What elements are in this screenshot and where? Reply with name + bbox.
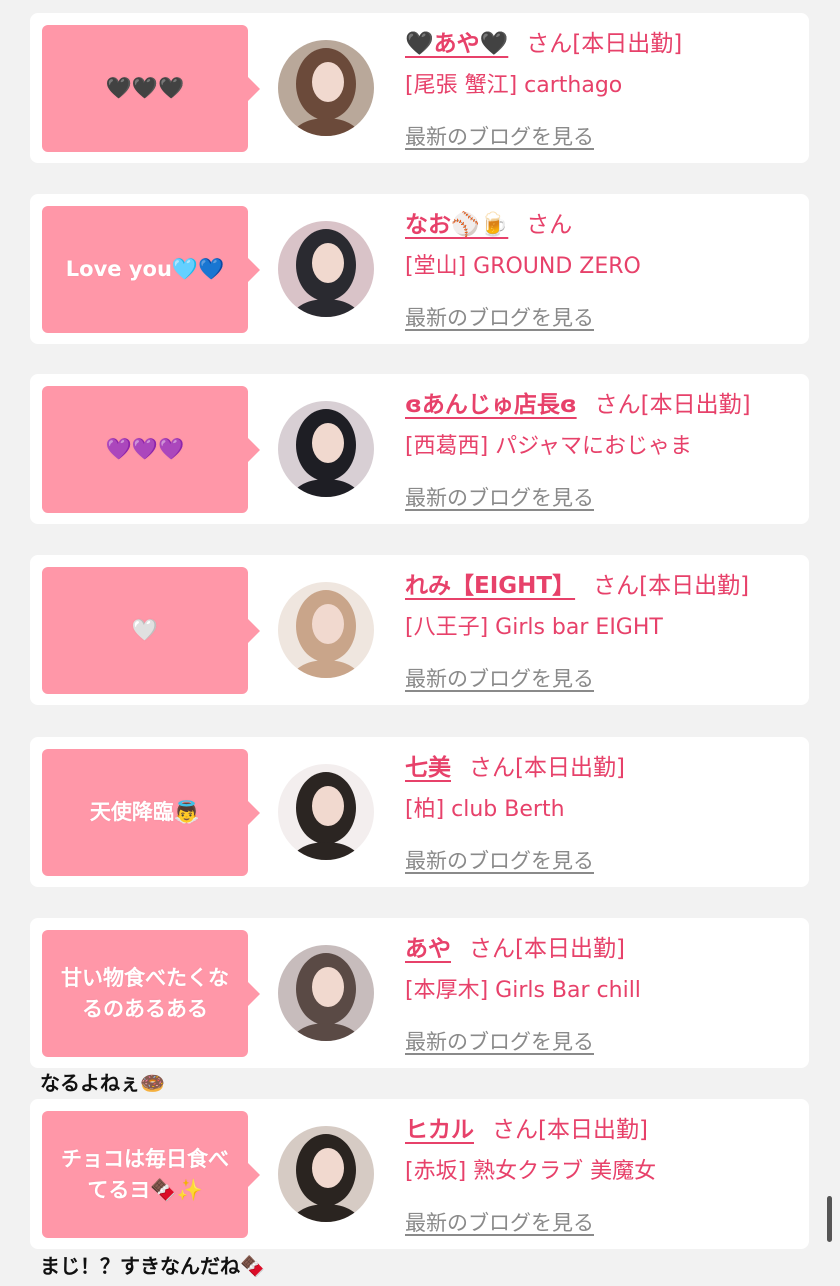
message-bubble: 🖤🖤🖤 [42, 25, 260, 152]
blog-card: Love you🩵💙 なお⚾🍺 さん [堂山] GROUND ZERO 最新のブログを見… [30, 194, 809, 344]
bubble-text: 甘い物食べたくなるのあるある [61, 966, 229, 1021]
blog-card: 🤍 れみ【EIGHT】 さん[本日出勤] [八王子] Girls bar EIGHT 最… [30, 555, 809, 705]
name-line: ɞあんじゅ店長ɞ さん[本日出勤] [405, 388, 799, 422]
avatar[interactable] [278, 401, 374, 497]
post-info: あや さん[本日出勤] [本厚木] Girls Bar chill 最新のブログを見る [405, 932, 799, 1056]
blog-card: 天使降臨👼 七美 さん[本日出勤] [柏] club Berth 最新のブログを見る [30, 737, 809, 887]
shop-name[interactable]: [尾張 蟹江] carthago [405, 67, 799, 99]
message-bubble: 甘い物食べたくなるのあるある [42, 930, 260, 1057]
reply-text: なるよねぇ🍩 [40, 1071, 165, 1095]
post-info: 七美 さん[本日出勤] [柏] club Berth 最新のブログを見る [405, 751, 799, 875]
honorific: さん[本日出勤] [593, 573, 750, 599]
avatar[interactable] [278, 764, 374, 860]
cast-name-link[interactable]: ɞあんじゅ店長ɞ [405, 392, 577, 418]
cast-name-link[interactable]: れみ【EIGHT】 [405, 573, 575, 599]
post-info: なお⚾🍺 さん [堂山] GROUND ZERO 最新のブログを見る [405, 208, 799, 332]
latest-blog-link[interactable]: 最新のブログを見る [405, 845, 594, 875]
post-info: れみ【EIGHT】 さん[本日出勤] [八王子] Girls bar EIGHT 最新… [405, 569, 799, 693]
latest-blog-link[interactable]: 最新のブログを見る [405, 663, 594, 693]
bubble-text: 🤍 [131, 618, 159, 643]
honorific: さん[本日出勤] [469, 936, 625, 962]
cast-name-link[interactable]: 🖤あや🖤 [405, 31, 508, 57]
honorific: さん[本日出勤] [594, 392, 751, 418]
latest-blog-link[interactable]: 最新のブログを見る [405, 302, 594, 332]
name-line: なお⚾🍺 さん [405, 208, 799, 242]
avatar[interactable] [278, 1126, 374, 1222]
cast-name-link[interactable]: ヒカル [405, 1117, 474, 1143]
avatar[interactable] [278, 582, 374, 678]
latest-blog-link[interactable]: 最新のブログを見る [405, 482, 594, 512]
shop-name[interactable]: [赤坂] 熟女クラブ 美魔女 [405, 1153, 799, 1185]
blog-card: 🖤🖤🖤 🖤あや🖤 さん[本日出勤] [尾張 蟹江] carthago 最新のブログを見る [30, 13, 809, 163]
post-info: ヒカル さん[本日出勤] [赤坂] 熟女クラブ 美魔女 最新のブログを見る [405, 1113, 799, 1237]
blog-card: 💜💜💜 ɞあんじゅ店長ɞ さん[本日出勤] [西葛西] パジャマにおじゃま 最新のブログ… [30, 374, 809, 524]
name-line: 🖤あや🖤 さん[本日出勤] [405, 27, 799, 61]
cast-name-link[interactable]: あや [405, 936, 451, 962]
avatar[interactable] [278, 40, 374, 136]
honorific: さん[本日出勤] [492, 1117, 648, 1143]
bubble-text: Love you🩵💙 [65, 257, 225, 282]
message-bubble: 天使降臨👼 [42, 749, 260, 876]
cast-name-link[interactable]: なお⚾🍺 [405, 212, 508, 238]
blog-card: 甘い物食べたくなるのあるある あや さん[本日出勤] [本厚木] Girls Bar … [30, 918, 809, 1068]
shop-name[interactable]: [本厚木] Girls Bar chill [405, 972, 799, 1004]
message-bubble: Love you🩵💙 [42, 206, 260, 333]
scrollbar[interactable] [827, 1196, 832, 1242]
shop-name[interactable]: [西葛西] パジャマにおじゃま [405, 428, 799, 460]
name-line: れみ【EIGHT】 さん[本日出勤] [405, 569, 799, 603]
latest-blog-link[interactable]: 最新のブログを見る [405, 1026, 594, 1056]
blog-card: チョコは毎日食べてるヨ🍫✨ ヒカル さん[本日出勤] [赤坂] 熟女クラブ 美魔女 最新… [30, 1099, 809, 1249]
shop-name[interactable]: [柏] club Berth [405, 791, 799, 823]
message-bubble: 💜💜💜 [42, 386, 260, 513]
shop-name[interactable]: [八王子] Girls bar EIGHT [405, 609, 799, 641]
honorific: さん[本日出勤] [526, 31, 683, 57]
name-line: あや さん[本日出勤] [405, 932, 799, 966]
bubble-text: 💜💜💜 [105, 437, 185, 462]
message-bubble: 🤍 [42, 567, 260, 694]
post-info: 🖤あや🖤 さん[本日出勤] [尾張 蟹江] carthago 最新のブログを見る [405, 27, 799, 151]
avatar[interactable] [278, 945, 374, 1041]
bubble-text: 🖤🖤🖤 [105, 76, 185, 101]
message-bubble: チョコは毎日食べてるヨ🍫✨ [42, 1111, 260, 1238]
latest-blog-link[interactable]: 最新のブログを見る [405, 1207, 594, 1237]
post-info: ɞあんじゅ店長ɞ さん[本日出勤] [西葛西] パジャマにおじゃま 最新のブログを見る [405, 388, 799, 512]
name-line: ヒカル さん[本日出勤] [405, 1113, 799, 1147]
bubble-text: チョコは毎日食べてるヨ🍫✨ [61, 1147, 229, 1202]
bubble-text: 天使降臨👼 [89, 800, 201, 825]
honorific: さん[本日出勤] [469, 755, 625, 781]
shop-name[interactable]: [堂山] GROUND ZERO [405, 248, 799, 280]
name-line: 七美 さん[本日出勤] [405, 751, 799, 785]
cast-name-link[interactable]: 七美 [405, 755, 451, 781]
honorific: さん [526, 212, 573, 238]
avatar[interactable] [278, 221, 374, 317]
latest-blog-link[interactable]: 最新のブログを見る [405, 121, 594, 151]
reply-text: まじ！？すきなんだね🍫 [40, 1254, 265, 1278]
